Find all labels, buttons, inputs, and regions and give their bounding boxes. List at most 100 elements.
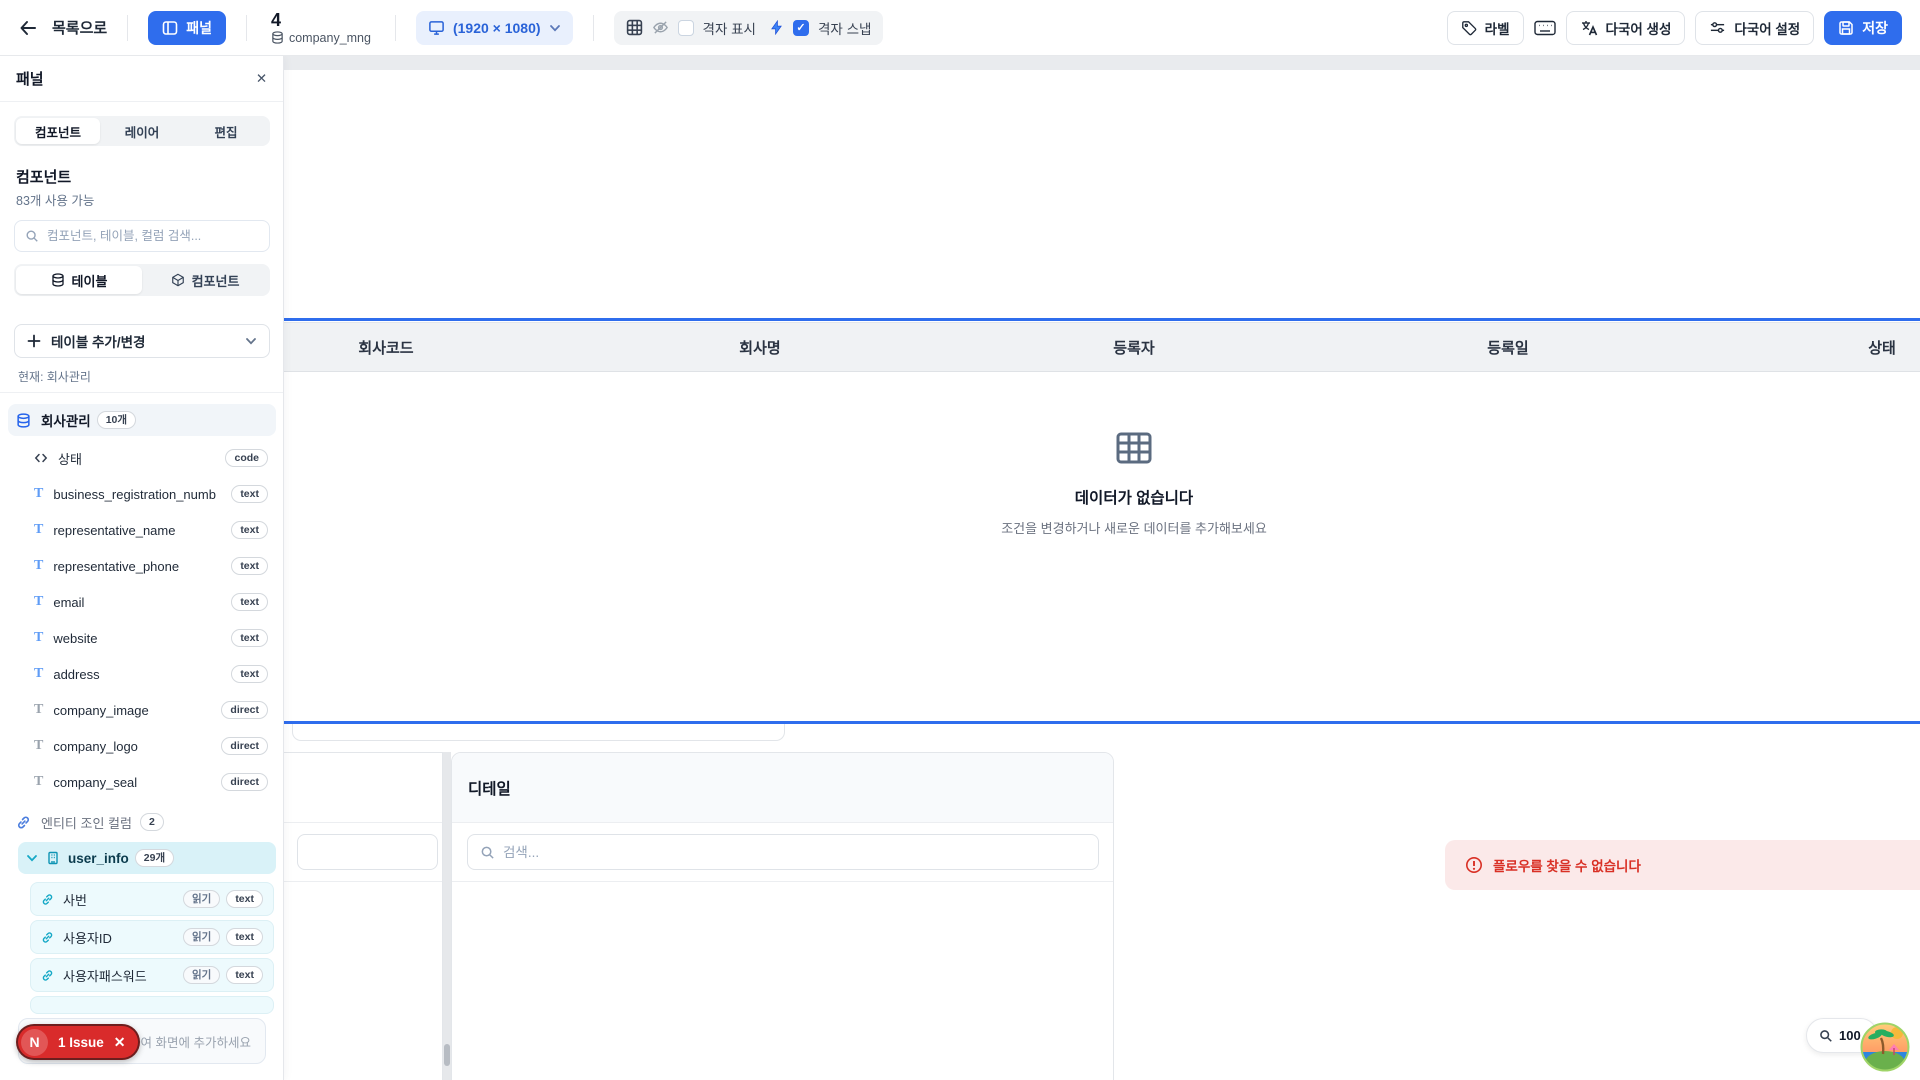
save-button[interactable]: 저장 — [1824, 11, 1902, 45]
data-grid-component[interactable]: 회사코드 회사명 등록자 등록일 상태 — [199, 322, 1920, 372]
package-icon — [171, 273, 185, 287]
divider — [0, 392, 283, 393]
chevron-down-icon — [26, 852, 38, 864]
label-button[interactable]: 라벨 — [1447, 11, 1524, 45]
join-table-row[interactable]: user_info 29개 — [18, 842, 276, 874]
plus-icon — [27, 334, 41, 348]
i18n-generate-button[interactable]: 다국어 생성 — [1566, 11, 1686, 45]
vertical-scrollbar[interactable] — [443, 752, 451, 1080]
join-column-row[interactable]: 사용자ID 읽기 text — [30, 920, 274, 954]
column-row[interactable]: T company_seal direct — [26, 766, 276, 798]
close-icon[interactable]: ✕ — [256, 71, 267, 87]
detail-header: 디테일 — [452, 753, 1113, 823]
divider — [452, 881, 1113, 882]
column-name: company_logo — [53, 739, 138, 754]
column-name: representative_phone — [53, 559, 179, 574]
table-grid-icon — [1114, 428, 1154, 468]
column-row[interactable]: 상태 code — [26, 442, 276, 474]
grid-column-header[interactable]: 등록일 — [1321, 337, 1695, 358]
join-column-row-clipped[interactable] — [30, 996, 274, 1014]
column-row[interactable]: T company_logo direct — [26, 730, 276, 762]
database-icon — [271, 31, 284, 44]
text-type-icon: T — [34, 630, 43, 646]
text-type-icon: T — [34, 486, 43, 502]
grid-snap-checkbox[interactable]: ✓ — [793, 20, 809, 36]
column-name: 상태 — [58, 449, 82, 468]
table-group-row[interactable]: 회사관리 10개 — [8, 404, 276, 436]
panel-search-input[interactable] — [47, 229, 259, 243]
panel-search-box[interactable] — [14, 220, 270, 252]
section-title: 컴포넌트 — [16, 166, 71, 187]
column-row[interactable]: T representative_name text — [26, 514, 276, 546]
text-type-icon: T — [34, 558, 43, 574]
link-icon — [16, 815, 31, 830]
back-to-list-link[interactable]: 목록으로 — [52, 17, 107, 38]
column-name: company_seal — [53, 775, 137, 790]
panel-toggle-button[interactable]: 패널 — [148, 11, 226, 45]
grid-column-header[interactable]: 회사명 — [573, 337, 947, 358]
text-type-icon: T — [34, 522, 43, 538]
chevron-down-icon — [245, 335, 257, 347]
drag-hint-text: 하여 화면에 추가하세요 — [129, 1032, 251, 1051]
device-size-selector[interactable]: (1920 × 1080) — [416, 11, 573, 45]
close-icon[interactable]: ✕ — [114, 1034, 126, 1051]
join-column-name: 사용자패스워드 — [63, 966, 147, 985]
text-type-icon: T — [34, 666, 43, 682]
link-icon — [41, 969, 54, 982]
eye-off-icon — [652, 19, 669, 36]
keyboard-shortcuts-icon[interactable] — [1534, 19, 1556, 37]
grid-show-checkbox[interactable] — [678, 20, 694, 36]
back-arrow-icon[interactable] — [18, 18, 38, 38]
type-badge: text — [231, 521, 268, 540]
detail-search-box[interactable] — [467, 834, 1099, 870]
building-icon — [46, 851, 60, 865]
count-badge: 2 — [140, 813, 164, 832]
add-table-dropdown[interactable]: 테이블 추가/변경 — [14, 324, 270, 358]
grid-column-header[interactable]: 상태 — [1695, 337, 1920, 358]
i18n-settings-button[interactable]: 다국어 설정 — [1695, 11, 1814, 45]
label-button-text: 라벨 — [1485, 18, 1510, 38]
save-button-text: 저장 — [1862, 18, 1888, 38]
detail-search-input[interactable] — [503, 845, 1086, 860]
join-column-row[interactable]: 사용자패스워드 읽기 text — [30, 958, 274, 992]
translate-icon — [1580, 19, 1598, 37]
section-subtitle: 83개 사용 가능 — [16, 190, 94, 209]
grid-column-header[interactable]: 등록자 — [947, 337, 1321, 358]
panel-title: 패널 — [16, 68, 44, 89]
tab-components[interactable]: 컴포넌트 — [16, 118, 100, 144]
selection-border-top — [199, 318, 1920, 321]
bound-table-name: company_mng — [289, 31, 371, 45]
column-row[interactable]: T company_image direct — [26, 694, 276, 726]
island-sticker-button[interactable] — [1860, 1022, 1910, 1072]
tab-layers[interactable]: 레이어 — [100, 118, 184, 144]
column-row[interactable]: T address text — [26, 658, 276, 690]
grid-icon — [626, 19, 643, 36]
divider — [395, 15, 396, 41]
scrollbar-thumb[interactable] — [444, 1044, 450, 1066]
panel-tabs: 컴포넌트 레이어 편집 — [14, 116, 270, 146]
mode-table-button[interactable]: 테이블 — [16, 266, 142, 294]
join-column-name: 사번 — [63, 890, 87, 909]
join-table-name: user_info — [68, 851, 129, 866]
database-icon — [51, 273, 65, 287]
empty-state-subtitle: 조건을 변경하거나 새로운 데이터를 추가해보세요 — [199, 518, 1920, 537]
type-badge: text — [231, 665, 268, 684]
detail-title: 디테일 — [468, 777, 511, 799]
database-icon — [16, 413, 31, 428]
design-canvas[interactable]: 회사코드 회사명 등록자 등록일 상태 데이터가 없습니다 조건을 변경하거나 … — [0, 56, 1920, 1080]
column-row[interactable]: T representative_phone text — [26, 550, 276, 582]
add-table-label: 테이블 추가/변경 — [51, 331, 145, 351]
column-name: business_registration_numb — [53, 487, 216, 502]
tab-edit[interactable]: 편집 — [184, 118, 268, 144]
column-row[interactable]: T website text — [26, 622, 276, 654]
text-type-icon: T — [34, 702, 43, 718]
issue-counter-pill[interactable]: N 1 Issue ✕ — [16, 1024, 140, 1060]
type-badge: direct — [221, 701, 268, 720]
column-row[interactable]: T email text — [26, 586, 276, 618]
left-list-search-input[interactable] — [297, 834, 438, 870]
detail-component[interactable]: 디테일 — [451, 752, 1114, 1080]
column-row[interactable]: T business_registration_numb text — [26, 478, 276, 510]
join-column-row[interactable]: 사번 읽기 text — [30, 882, 274, 916]
type-badge: text — [226, 890, 263, 909]
mode-component-button[interactable]: 컴포넌트 — [142, 266, 268, 294]
